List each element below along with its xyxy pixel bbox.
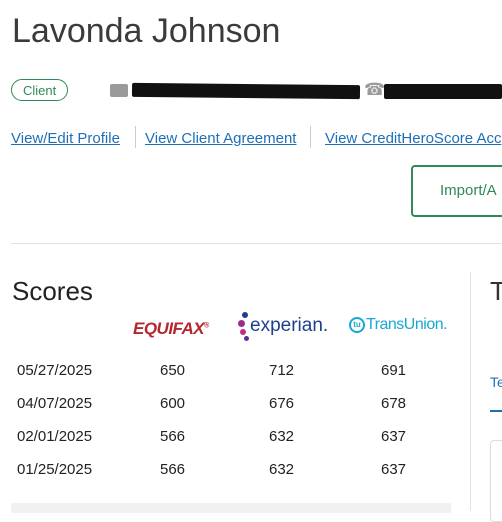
link-separator <box>135 126 136 148</box>
score-row: 01/25/2025 566 632 637 <box>0 461 470 481</box>
import-button[interactable]: Import/A <box>411 165 502 217</box>
transunion-score: 691 <box>381 362 407 379</box>
client-status-badge: Client <box>11 79 69 101</box>
side-panel-box <box>490 440 502 522</box>
transunion-score: 637 <box>381 461 407 478</box>
mail-icon <box>110 84 128 97</box>
scores-title: Scores <box>12 276 93 306</box>
scores-footer-bar <box>11 503 451 513</box>
view-edit-profile-link[interactable]: View/Edit Profile <box>11 130 120 147</box>
email-redacted <box>131 82 361 100</box>
experian-logo-text: experian. <box>250 315 329 336</box>
phone-redacted <box>384 84 502 99</box>
equifax-logo-text: EQUIFAX <box>133 319 205 338</box>
equifax-score: 600 <box>160 395 186 412</box>
transunion-logo-text: TransUnion. <box>366 316 448 333</box>
score-date: 04/07/2025 <box>17 395 93 412</box>
score-date: 02/01/2025 <box>17 428 93 445</box>
experian-score: 632 <box>269 428 295 445</box>
equifax-score: 566 <box>160 428 186 445</box>
equifax-score: 650 <box>160 362 186 379</box>
side-panel-title: T <box>490 276 502 306</box>
view-client-agreement-link[interactable]: View Client Agreement <box>145 130 296 147</box>
client-name-title: Lavonda Johnson <box>12 12 281 50</box>
experian-score: 632 <box>269 461 295 478</box>
score-date: 05/27/2025 <box>17 362 93 379</box>
side-panel-tab[interactable]: Te <box>490 374 502 390</box>
equifax-score: 566 <box>160 461 186 478</box>
transunion-circle-icon: tu <box>349 317 365 333</box>
view-creditheroscore-link[interactable]: View CreditHeroScore Acc <box>325 130 501 147</box>
score-row: 04/07/2025 600 676 678 <box>0 395 470 415</box>
experian-score: 712 <box>269 362 295 379</box>
score-row: 05/27/2025 650 712 691 <box>0 362 470 382</box>
score-row: 02/01/2025 566 632 637 <box>0 428 470 448</box>
panel-divider <box>470 272 471 511</box>
score-date: 01/25/2025 <box>17 461 93 478</box>
phone-icon: ☎ <box>364 80 386 99</box>
transunion-score: 678 <box>381 395 407 412</box>
equifax-logo: EQUIFAX® <box>133 319 209 338</box>
side-panel-tab-underline <box>490 410 502 412</box>
link-separator <box>310 126 311 148</box>
transunion-score: 637 <box>381 428 407 445</box>
header-divider <box>11 243 502 244</box>
experian-score: 676 <box>269 395 295 412</box>
